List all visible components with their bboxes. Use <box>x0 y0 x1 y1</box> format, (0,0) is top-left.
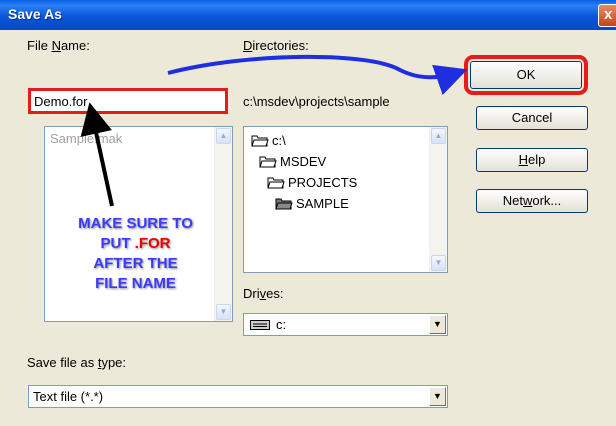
annotation-arrows <box>80 54 468 207</box>
arrow-to-filename-icon <box>80 102 114 207</box>
save-as-dialog: Save As x File Name: Demo.for Sample.mak… <box>0 0 616 426</box>
arrow-to-ok-icon <box>167 54 468 96</box>
